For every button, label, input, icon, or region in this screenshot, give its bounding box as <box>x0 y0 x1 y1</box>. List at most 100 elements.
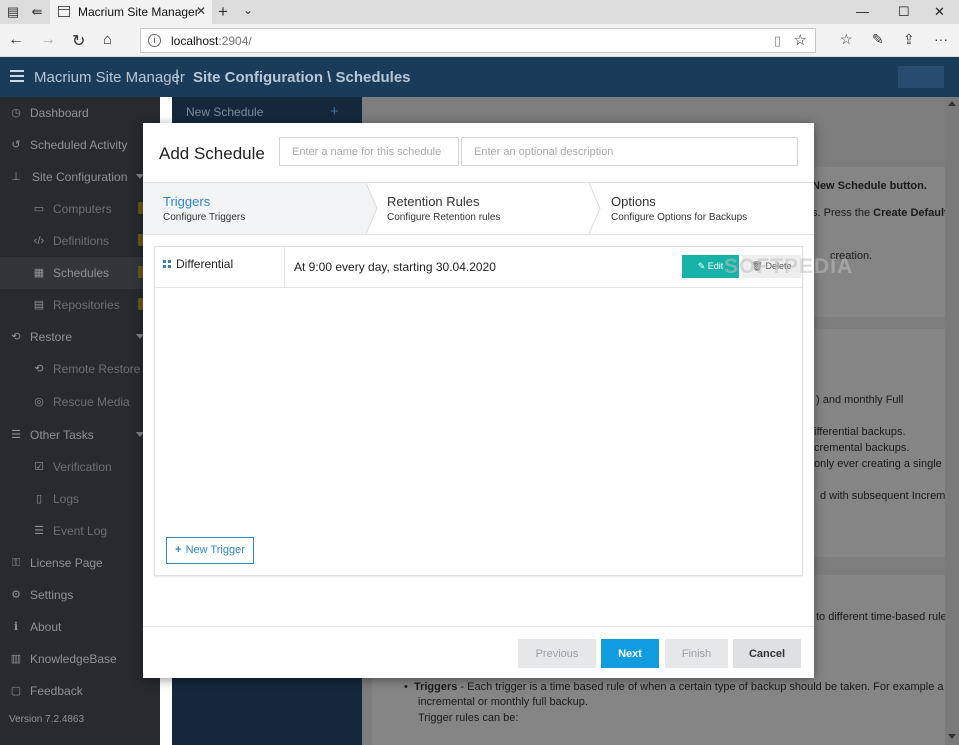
sidebar-item-label: Event Log <box>53 524 108 538</box>
code-icon: ‹/› <box>33 235 45 247</box>
next-button[interactable]: Next <box>601 639 659 668</box>
sidebar-item-label: Computers <box>53 202 112 216</box>
tab-manager-icon[interactable]: ▤ <box>4 3 22 21</box>
sitemap-icon: ⊥ <box>11 171 21 183</box>
sidebar-item-label: Restore <box>30 330 73 344</box>
schedule-name-input[interactable] <box>279 137 459 166</box>
sidebar-item-about[interactable]: ℹ About <box>0 611 160 643</box>
sidebar-item-label: Definitions <box>53 234 110 248</box>
step-retention-rules[interactable]: Retention Rules Configure Retention rule… <box>367 183 589 234</box>
add-schedule-icon[interactable]: + <box>330 103 339 120</box>
sidebar-item-schedules[interactable]: ▦ Schedules <box>0 257 160 289</box>
trigger-description: At 9:00 every day, starting 30.04.2020 <box>294 260 496 274</box>
new-schedule-link[interactable]: New Schedule <box>186 105 263 119</box>
sidebar-item-label: Dashboard <box>30 106 89 120</box>
scroll-down-icon[interactable] <box>948 734 956 739</box>
tab-title: Macrium Site Manager <box>78 5 199 19</box>
header-action-button[interactable] <box>898 66 944 88</box>
triggers-panel: Differential At 9:00 every day, starting… <box>154 246 803 576</box>
new-tab-icon[interactable]: + <box>218 2 228 22</box>
key-icon: ⚿ <box>11 557 21 569</box>
hamburger-menu-icon[interactable] <box>10 70 24 82</box>
close-window-icon[interactable]: ✕ <box>934 4 945 20</box>
calendar-icon: ▦ <box>33 267 45 279</box>
share-icon[interactable]: ⇪ <box>903 31 915 48</box>
url-text[interactable]: localhost:2904/ <box>171 34 252 48</box>
help-text-line: cremental backups. <box>814 442 910 454</box>
refresh-icon[interactable]: ↻ <box>72 31 85 51</box>
favorite-star-icon[interactable]: ☆ <box>794 31 807 49</box>
previous-button[interactable]: Previous <box>518 639 596 668</box>
sidebar-item-other-tasks[interactable]: ☰ Other Tasks <box>0 419 160 451</box>
sidebar-item-feedback[interactable]: ▢ Feedback <box>0 675 160 707</box>
page-scrollbar[interactable] <box>945 97 959 745</box>
address-bar[interactable]: i localhost:2904/ ▯ ☆ <box>140 28 816 53</box>
set-aside-tabs-icon[interactable]: ⇚ <box>28 3 46 21</box>
close-tab-icon[interactable]: ✕ <box>196 4 206 18</box>
back-icon[interactable]: ← <box>8 31 24 49</box>
app-header: Macrium Site Manager | Site Configuratio… <box>0 57 959 97</box>
trigger-type-cell: Differential <box>155 247 285 288</box>
scroll-up-icon[interactable] <box>948 101 956 106</box>
step-options[interactable]: Options Configure Options for Backups <box>591 183 814 234</box>
pen-icon[interactable]: ✎ <box>872 31 884 48</box>
sidebar-item-logs[interactable]: ▯ Logs <box>0 483 160 515</box>
grid-icon <box>163 260 172 269</box>
sidebar-item-site-configuration[interactable]: ⊥ Site Configuration <box>0 161 160 193</box>
step-title: Options <box>611 194 656 209</box>
sidebar-item-event-log[interactable]: ☰ Event Log <box>0 515 160 547</box>
step-title: Triggers <box>163 194 211 209</box>
help-text-line: ifferential backups. <box>814 426 906 438</box>
sidebar: ◷ Dashboard ↺ Scheduled Activity ⊥ Site … <box>0 97 160 745</box>
sidebar-item-label: Repositories <box>53 298 120 312</box>
chevron-down-icon[interactable]: ⌄ <box>243 3 253 17</box>
add-schedule-dialog: Add Schedule Triggers Configure Triggers… <box>143 123 814 678</box>
header-separator: | <box>175 68 180 85</box>
sidebar-item-dashboard[interactable]: ◷ Dashboard <box>0 97 160 129</box>
schedule-description-input[interactable] <box>461 137 798 166</box>
sidebar-item-scheduled-activity[interactable]: ↺ Scheduled Activity <box>0 129 160 161</box>
browser-tab[interactable]: Macrium Site Manager ✕ <box>50 0 212 24</box>
maximize-icon[interactable]: ☐ <box>898 4 910 20</box>
sidebar-item-remote-restore[interactable]: ⟲ Remote Restore <box>0 353 160 385</box>
help-text-line: ) and monthly Full <box>816 394 904 406</box>
file-icon: ▯ <box>35 493 43 505</box>
site-info-icon[interactable]: i <box>148 34 161 47</box>
home-icon[interactable]: ⌂ <box>103 31 112 48</box>
step-triggers[interactable]: Triggers Configure Triggers <box>143 183 366 234</box>
new-trigger-button[interactable]: + New Trigger <box>166 537 254 564</box>
sidebar-item-computers[interactable]: ▭ Computers <box>0 193 160 225</box>
help-text-line: incremental or monthly full backup. <box>418 696 588 708</box>
sidebar-item-restore[interactable]: ⟲ Restore <box>0 321 160 353</box>
finish-button[interactable]: Finish <box>665 639 728 668</box>
browser-tab-bar: ▤ ⇚ Macrium Site Manager ✕ + ⌄ — ☐ ✕ <box>0 0 959 24</box>
new-trigger-label: New Trigger <box>185 544 245 556</box>
sidebar-item-definitions[interactable]: ‹/› Definitions <box>0 225 160 257</box>
sidebar-item-license-page[interactable]: ⚿ License Page <box>0 547 160 579</box>
minimize-icon[interactable]: — <box>856 4 869 19</box>
sidebar-item-label: About <box>30 620 62 634</box>
sidebar-item-repositories[interactable]: ▤ Repositories <box>0 289 160 321</box>
sidebar-item-verification[interactable]: ☑ Verification <box>0 451 160 483</box>
sidebar-item-knowledgebase[interactable]: ▥ KnowledgeBase <box>0 643 160 675</box>
sidebar-item-label: KnowledgeBase <box>30 652 117 666</box>
cancel-button[interactable]: Cancel <box>733 639 801 668</box>
restore-icon: ⟲ <box>11 331 21 343</box>
sidebar-item-rescue-media[interactable]: ◎ Rescue Media <box>0 386 160 418</box>
favorites-list-icon[interactable]: ☆ <box>840 31 853 48</box>
help-text-line: only ever creating a single F <box>814 458 952 470</box>
dashboard-icon: ◷ <box>11 107 21 119</box>
trigger-type: Differential <box>176 257 234 271</box>
more-options-icon[interactable]: ··· <box>934 31 948 47</box>
sidebar-item-label: Verification <box>53 460 112 474</box>
version-label: Version 7.2.4863 <box>9 714 85 725</box>
forward-icon[interactable]: → <box>40 31 56 49</box>
help-text-line: d with subsequent Increme <box>820 490 952 502</box>
sidebar-item-label: Rescue Media <box>53 395 130 409</box>
step-subtitle: Configure Triggers <box>163 212 246 223</box>
reading-view-icon[interactable]: ▯ <box>774 33 781 49</box>
sidebar-item-label: License Page <box>30 556 103 570</box>
cogs-icon: ⚙ <box>11 589 21 601</box>
sidebar-item-settings[interactable]: ⚙ Settings <box>0 579 160 611</box>
dialog-title: Add Schedule <box>159 144 265 163</box>
